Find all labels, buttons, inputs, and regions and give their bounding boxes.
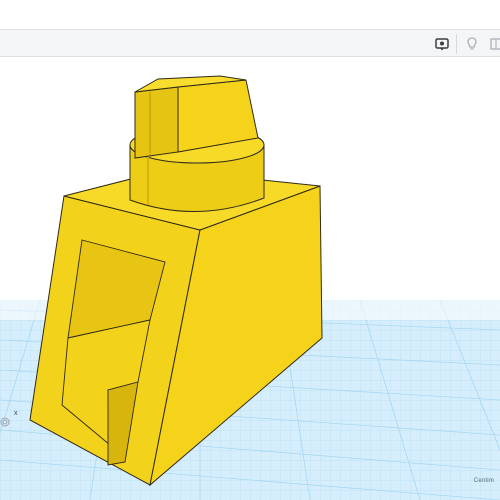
axis-x-label: x	[14, 410, 18, 417]
top-toolbar	[0, 29, 500, 57]
view-toggle-icon[interactable]	[432, 34, 452, 54]
toolbar-separator	[456, 34, 457, 54]
3d-viewport[interactable]: x Centim	[0, 57, 500, 500]
tinkercad-editor: x Centim	[0, 0, 500, 500]
scene	[0, 75, 500, 500]
snap-icon[interactable]	[486, 34, 500, 54]
light-bulb-icon[interactable]	[462, 34, 482, 54]
units-label[interactable]: Centim	[474, 478, 494, 484]
